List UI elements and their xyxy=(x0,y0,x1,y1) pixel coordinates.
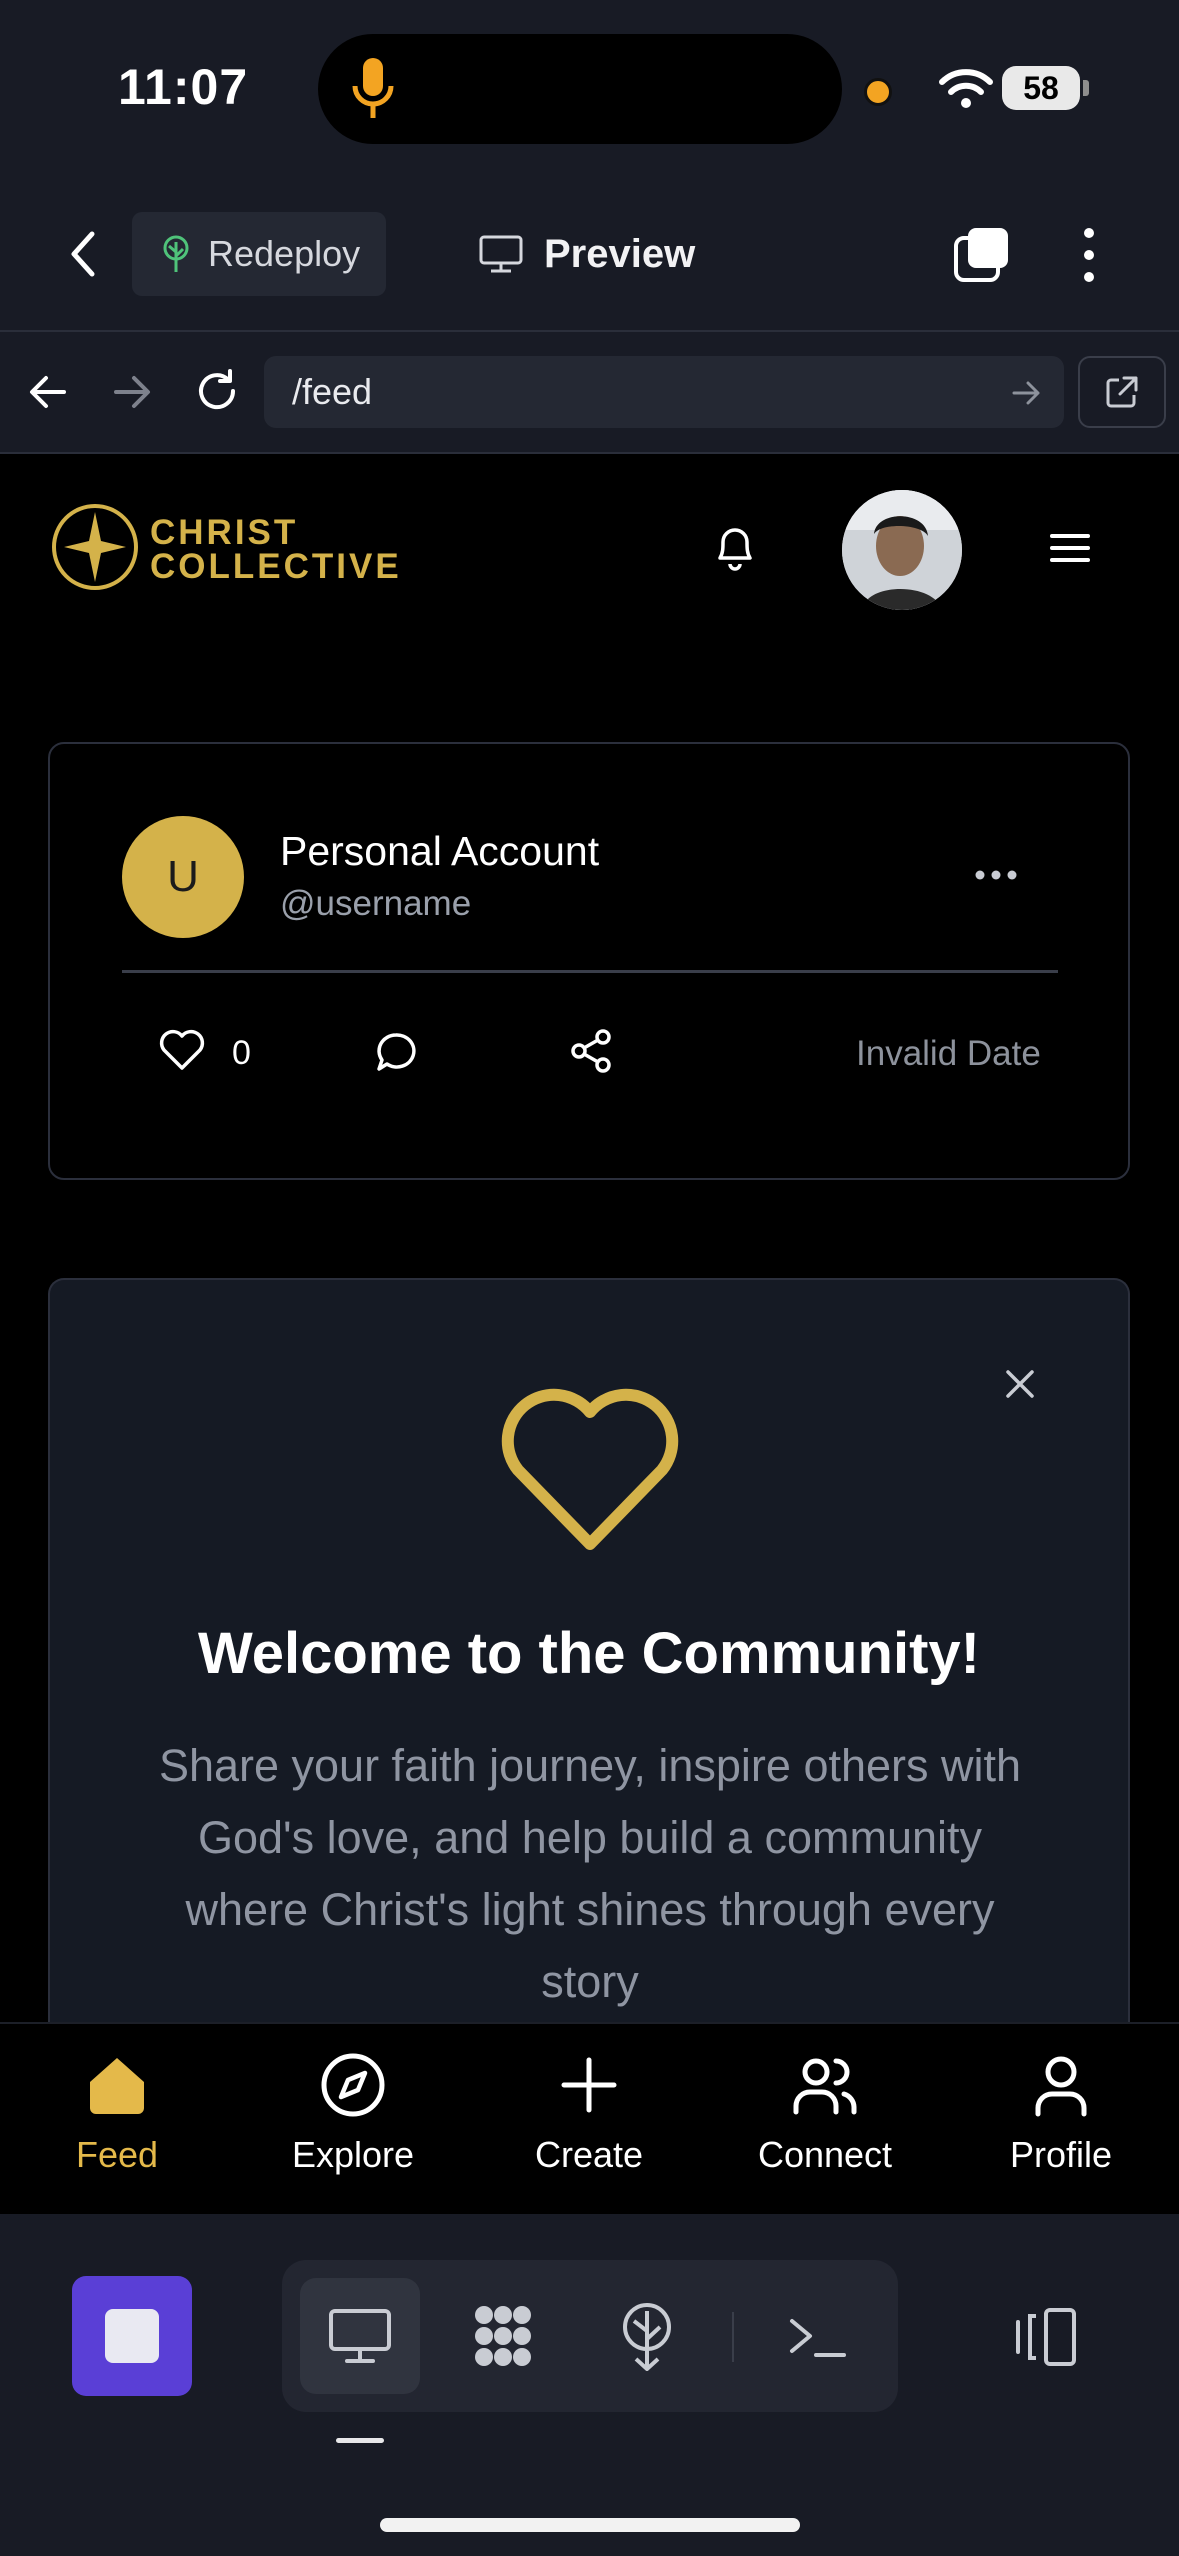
comment-icon[interactable] xyxy=(374,1030,418,1074)
view-switcher-separator xyxy=(732,2312,734,2362)
post-card xyxy=(48,742,1130,1180)
post-more-icon[interactable] xyxy=(974,868,1018,882)
tab-label: Create xyxy=(534,2134,644,2175)
wifi-icon xyxy=(939,69,993,108)
home-icon xyxy=(90,2058,144,2114)
close-icon[interactable] xyxy=(1000,1364,1040,1404)
christ-collective-logo[interactable] xyxy=(50,502,140,592)
tab-label: Profile xyxy=(1009,2134,1113,2175)
privacy-indicator-icon xyxy=(864,78,892,106)
dynamic-island xyxy=(318,34,842,144)
battery-level: 58 xyxy=(1023,69,1059,106)
open-external-button[interactable] xyxy=(1078,356,1166,428)
url-input[interactable]: /feed xyxy=(264,356,1064,428)
post-author-avatar[interactable]: U xyxy=(122,816,244,938)
reload-icon[interactable] xyxy=(194,368,240,414)
microphone-icon xyxy=(352,58,394,118)
compass-icon xyxy=(321,2053,385,2117)
tab-label: Explore xyxy=(291,2134,415,2175)
browser-back-icon[interactable] xyxy=(26,372,70,412)
user-icon xyxy=(1035,2056,1087,2117)
heart-icon xyxy=(501,1388,679,1550)
more-options-icon[interactable] xyxy=(1080,226,1098,284)
preview-label: Preview xyxy=(544,231,696,276)
welcome-title: Welcome to the Community! xyxy=(198,1621,980,1686)
tabs-icon[interactable] xyxy=(952,224,1012,284)
external-link-icon xyxy=(1106,376,1138,408)
battery-tip xyxy=(1083,80,1089,96)
stop-icon xyxy=(105,2309,159,2363)
deploy-tree-icon xyxy=(163,235,189,272)
active-view-indicator xyxy=(336,2438,384,2443)
redeploy-label: Redeploy xyxy=(208,233,361,274)
back-chevron-icon[interactable] xyxy=(62,226,106,282)
stop-button[interactable] xyxy=(72,2276,192,2396)
post-author-name[interactable]: Personal Account xyxy=(280,828,599,875)
tab-label: Feed xyxy=(75,2134,159,2175)
like-count: 0 xyxy=(232,1034,251,1072)
url-text: /feed xyxy=(292,371,373,412)
browser-forward-icon[interactable] xyxy=(110,372,154,412)
battery-indicator: 58 xyxy=(1002,66,1080,110)
packages-icon[interactable] xyxy=(468,2301,538,2371)
notification-bell-icon[interactable] xyxy=(710,520,760,574)
monitor-icon[interactable] xyxy=(325,2301,395,2371)
status-time: 11:07 xyxy=(118,59,249,115)
menu-icon[interactable] xyxy=(1050,532,1090,564)
avatar-photo xyxy=(842,490,962,610)
plus-icon xyxy=(561,2057,617,2113)
post-divider xyxy=(122,970,1058,973)
tab-profile[interactable]: Profile xyxy=(961,2050,1161,2176)
avatar-initial: U xyxy=(167,852,199,901)
brand-wordmark[interactable]: CHRIST COLLECTIVE xyxy=(150,513,402,586)
deploy-tree-icon[interactable] xyxy=(612,2301,682,2371)
brand-line-1: CHRIST xyxy=(150,513,299,552)
post-author-handle: @username xyxy=(280,884,472,923)
share-icon[interactable] xyxy=(568,1028,614,1074)
go-arrow-icon[interactable] xyxy=(1010,378,1044,408)
home-indicator xyxy=(380,2518,800,2532)
terminal-icon[interactable] xyxy=(782,2301,852,2371)
tab-create[interactable]: Create xyxy=(489,2050,689,2176)
welcome-body: Share your faith journey, inspire others… xyxy=(158,1740,1022,2007)
tab-label: Connect xyxy=(757,2134,893,2175)
tab-explore[interactable]: Explore xyxy=(253,2050,453,2176)
tab-feed[interactable]: Feed xyxy=(17,2050,217,2176)
monitor-icon xyxy=(479,235,523,273)
panels-icon[interactable] xyxy=(1010,2302,1080,2372)
brand-line-2: COLLECTIVE xyxy=(150,547,402,586)
redeploy-button[interactable]: Redeploy xyxy=(132,212,386,296)
post-date: Invalid Date xyxy=(856,1034,1041,1073)
like-heart-icon[interactable] xyxy=(158,1028,206,1072)
preview-tab[interactable]: Preview xyxy=(478,222,695,286)
users-icon xyxy=(793,2058,857,2115)
user-avatar[interactable] xyxy=(842,490,962,610)
tab-connect[interactable]: Connect xyxy=(725,2050,925,2176)
